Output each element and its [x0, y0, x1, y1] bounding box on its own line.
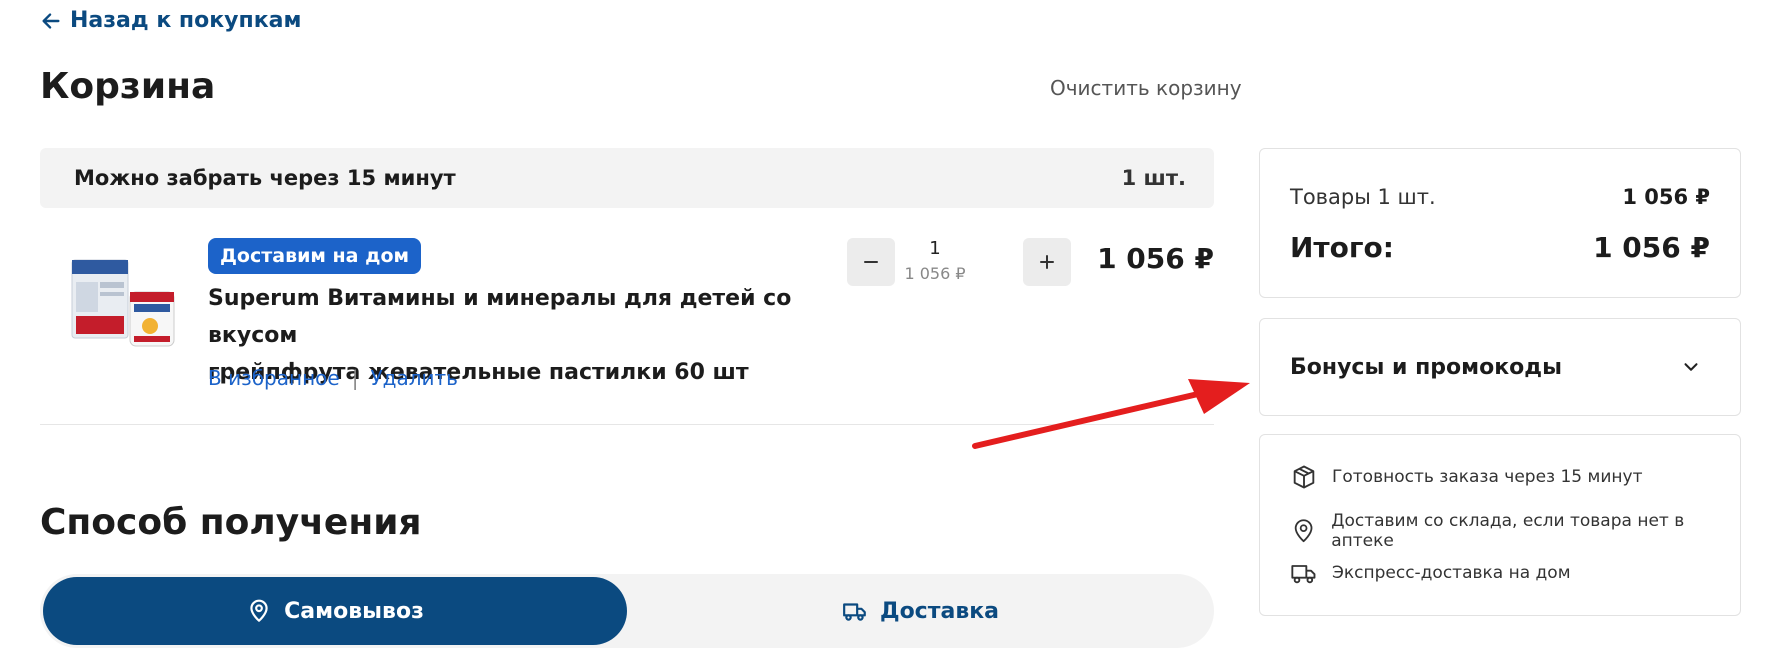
info-row-express: Экспресс-доставка на дом: [1290, 559, 1571, 587]
truck-icon: [1291, 565, 1316, 584]
receive-method-title: Способ получения: [40, 502, 422, 543]
info-text: Доставим со склада, если товара нет в ап…: [1331, 511, 1685, 551]
delete-item-link[interactable]: Удалить: [370, 366, 458, 390]
product-name-line: Superum Витамины и минералы для детей со…: [208, 286, 792, 348]
item-total-price: 1 056 ₽: [1097, 242, 1214, 275]
order-summary-card: Товары 1 шт. 1 056 ₽ Итого: 1 056 ₽: [1259, 148, 1741, 298]
info-text: Готовность заказа через 15 минут: [1332, 467, 1643, 487]
product-image[interactable]: [68, 252, 180, 352]
minus-icon: [864, 261, 878, 263]
map-pin-icon: [250, 599, 268, 622]
unit-price: 1 056 ₽: [904, 264, 966, 283]
back-to-shopping-link[interactable]: Назад к покупкам: [40, 8, 301, 33]
product-actions: В избранное | Удалить: [208, 366, 458, 390]
pickup-option-label: Самовывоз: [284, 598, 424, 624]
info-text: Экспресс-доставка на дом: [1332, 563, 1571, 583]
add-to-favorites-link[interactable]: В избранное: [208, 366, 340, 390]
pickup-group-title: Можно забрать через 15 минут: [74, 166, 456, 190]
items-sum-value: 1 056 ₽: [1622, 185, 1710, 209]
delivery-option-label: Доставка: [879, 598, 1000, 624]
increase-quantity-button[interactable]: [1023, 238, 1071, 286]
actions-separator: |: [351, 366, 359, 390]
order-info-card: Готовность заказа через 15 минут Достави…: [1259, 434, 1741, 616]
box-icon: [1293, 465, 1315, 489]
delivery-option-button[interactable]: Доставка: [630, 577, 1211, 645]
bonus-promo-label: Бонусы и промокоды: [1290, 354, 1562, 380]
annotation-arrow-icon: [972, 379, 1250, 449]
info-row-warehouse: Доставим со склада, если товара нет в ап…: [1290, 511, 1740, 551]
home-delivery-badge: Доставим на дом: [208, 238, 422, 274]
items-count-label: Товары 1 шт.: [1290, 185, 1436, 209]
total-value: 1 056 ₽: [1593, 231, 1710, 264]
page-title: Корзина: [40, 66, 216, 107]
arrow-left-icon: [42, 12, 60, 29]
total-row: Итого: 1 056 ₽: [1290, 231, 1710, 264]
truck-icon: [843, 603, 866, 621]
map-pin-icon: [1294, 519, 1313, 543]
total-label: Итого:: [1290, 231, 1394, 264]
pickup-group-header: Можно забрать через 15 минут 1 шт.: [40, 148, 1214, 208]
plus-icon: [1040, 255, 1054, 269]
bonus-promo-expander[interactable]: Бонусы и промокоды: [1259, 318, 1741, 416]
receive-method-toggle: Самовывоз Доставка: [40, 574, 1214, 648]
info-row-readiness: Готовность заказа через 15 минут: [1290, 463, 1642, 491]
pickup-option-button[interactable]: Самовывоз: [43, 577, 627, 645]
items-summary-row: Товары 1 шт. 1 056 ₽: [1290, 185, 1710, 209]
back-link-label: Назад к покупкам: [70, 8, 302, 33]
chevron-down-icon: [1684, 363, 1698, 371]
quantity-value: 1: [929, 238, 941, 259]
decrease-quantity-button[interactable]: [847, 238, 895, 286]
pickup-group-count: 1 шт.: [1121, 166, 1186, 190]
clear-cart-button[interactable]: Очистить корзину: [1050, 76, 1242, 100]
